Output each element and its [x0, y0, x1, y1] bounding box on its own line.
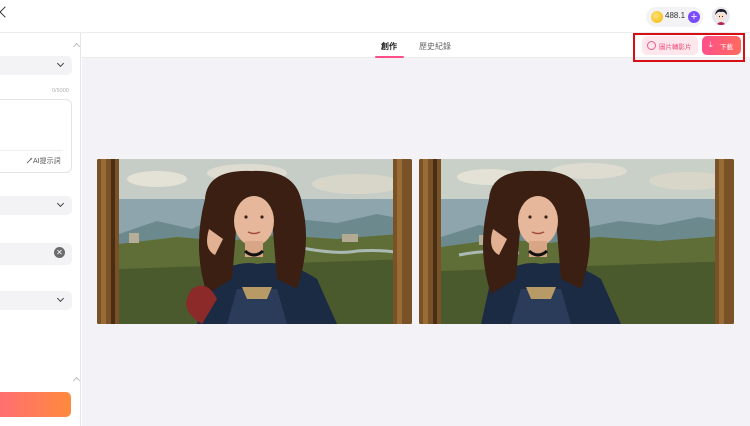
scroll-up-icon[interactable]: [72, 42, 80, 51]
chevron-down-icon: [56, 199, 65, 208]
download-icon: ⤓: [709, 40, 713, 49]
generate-button[interactable]: [0, 392, 71, 417]
ai-prompt-label: AI提示詞: [33, 158, 61, 165]
image-to-video-icon: [647, 41, 656, 50]
download-button[interactable]: ⤓ 下載: [702, 36, 741, 55]
active-tab-indicator: [375, 56, 404, 58]
top-bar: 488.1 +: [0, 0, 750, 33]
result-image-2[interactable]: [419, 159, 734, 324]
settings-panel: 0/5000 AI提示詞 ✕: [0, 33, 81, 426]
model-select[interactable]: [0, 56, 72, 75]
image-to-video-button[interactable]: 圖片轉影片: [642, 36, 698, 55]
scroll-indicator-icon[interactable]: [72, 376, 80, 385]
credits-value: 488.1: [665, 11, 686, 20]
add-credits-button[interactable]: +: [688, 11, 700, 23]
chevron-down-icon: [56, 59, 65, 68]
tab-create[interactable]: 創作: [381, 41, 397, 52]
style-select[interactable]: [0, 196, 72, 215]
clear-icon[interactable]: ✕: [54, 247, 65, 258]
ratio-select[interactable]: [0, 291, 72, 310]
char-counter: 0/5000: [52, 88, 69, 94]
ai-prompt-button[interactable]: AI提示詞: [26, 156, 61, 166]
main-area: 創作 歷史紀錄 圖片轉影片 ⤓ 下載: [82, 33, 750, 426]
result-image-1[interactable]: [97, 159, 412, 324]
chevron-down-icon: [56, 294, 65, 303]
back-chevron-icon[interactable]: [0, 6, 11, 18]
credits-badge[interactable]: 488.1 +: [646, 7, 703, 27]
download-label: 下載: [720, 44, 733, 51]
coin-icon: [651, 11, 663, 23]
reference-image-field[interactable]: ✕: [0, 243, 72, 265]
textarea-divider: [0, 150, 63, 151]
magic-wand-icon: [26, 157, 33, 164]
image-to-video-label: 圖片轉影片: [659, 44, 692, 51]
avatar[interactable]: [712, 7, 730, 25]
tab-history[interactable]: 歷史紀錄: [419, 41, 451, 52]
